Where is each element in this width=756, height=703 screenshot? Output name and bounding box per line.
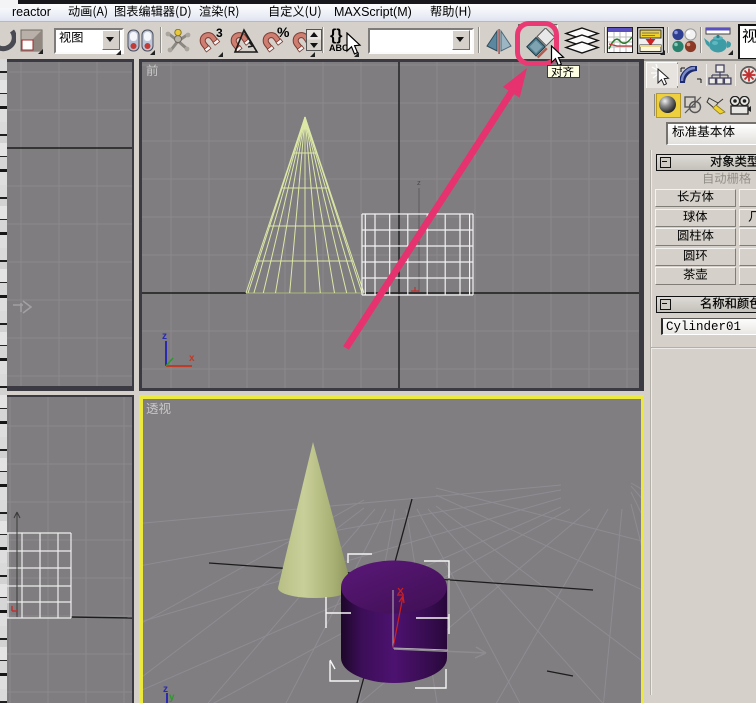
svg-text:y: y bbox=[169, 692, 175, 703]
svg-text:x: x bbox=[189, 353, 195, 364]
svg-text:z: z bbox=[417, 178, 421, 187]
svg-text:z: z bbox=[163, 684, 168, 695]
svg-text:z: z bbox=[162, 331, 167, 342]
